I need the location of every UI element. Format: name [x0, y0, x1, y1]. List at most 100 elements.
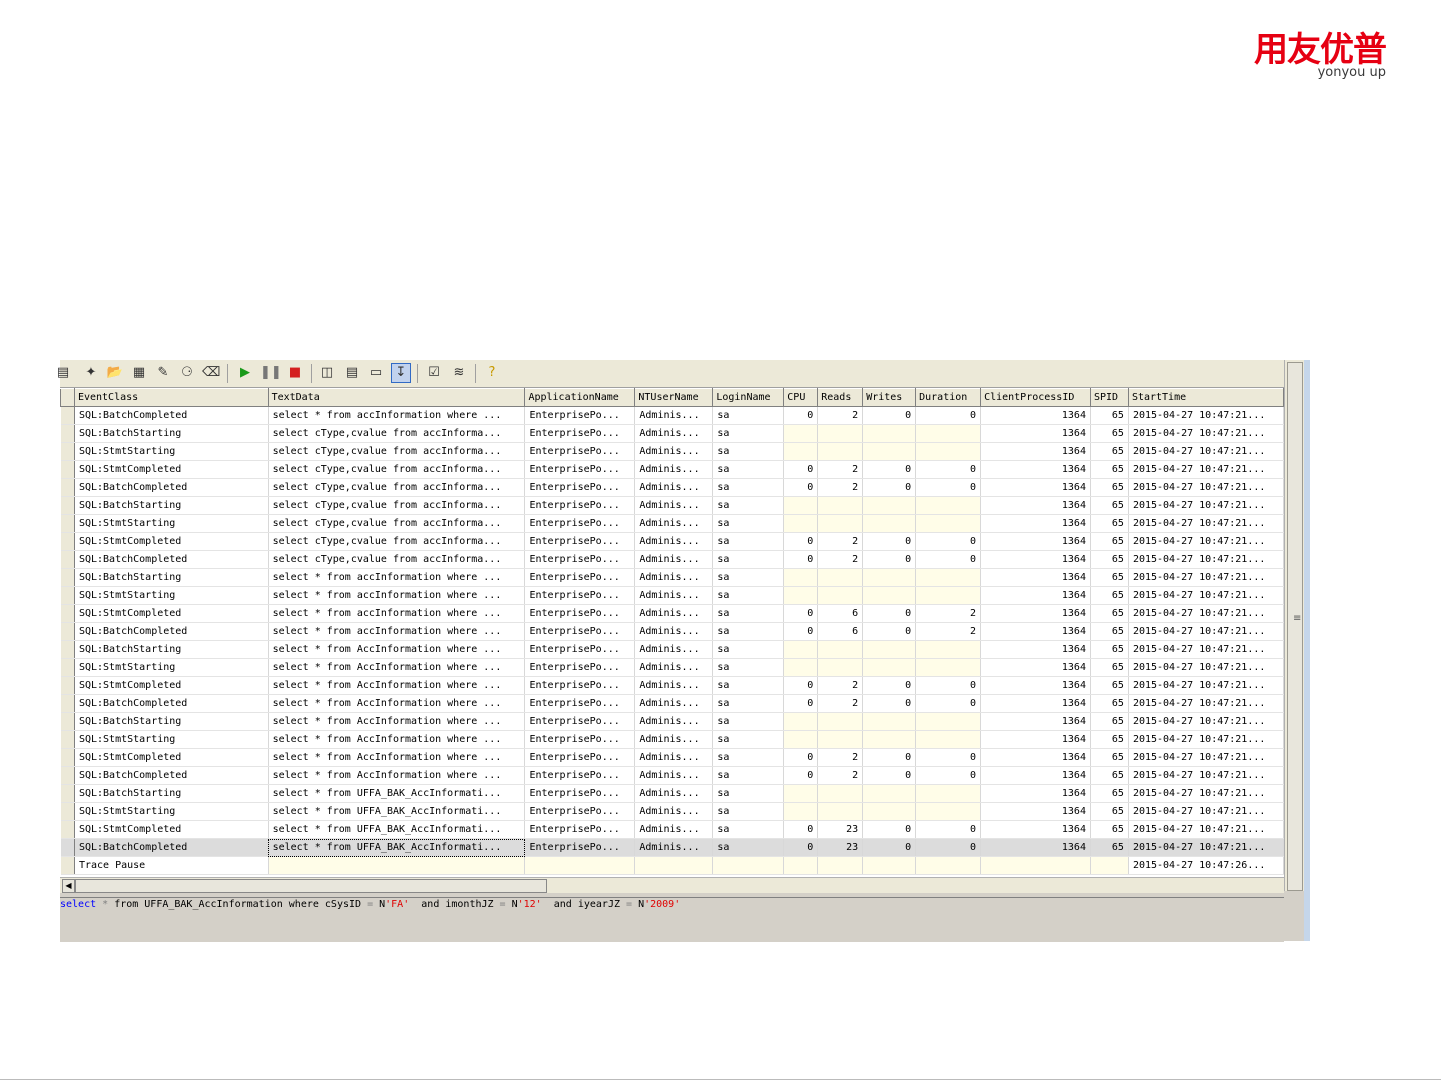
table-row[interactable]: SQL:StmtCompleted select cType,cvalue fro… [60, 532, 1284, 551]
row-header[interactable] [60, 442, 75, 461]
cell-starttime: 2015-04-27 10:47:21... [1128, 586, 1284, 605]
column-header-applicationname[interactable]: ApplicationName [524, 388, 636, 407]
table-row[interactable]: SQL:StmtStarting select cType,cvalue from… [60, 514, 1284, 533]
column-header-clientprocessid[interactable]: ClientProcessID [980, 388, 1091, 407]
column-header-duration[interactable]: Duration [915, 388, 982, 407]
table-row[interactable]: SQL:StmtCompleted select * from UFFA_BAK_… [60, 820, 1284, 839]
sql-text-pane[interactable]: select * from UFFA_BAK_AccInformation wh… [60, 897, 1284, 942]
column-header-loginname[interactable]: LoginName [712, 388, 785, 407]
cell-clientprocessid: 1364 [980, 586, 1091, 605]
find-icon[interactable]: ⚆ [178, 364, 196, 382]
run-icon[interactable]: ▶ [236, 364, 254, 382]
column-header-reads[interactable]: Reads [817, 388, 864, 407]
row-header[interactable] [60, 496, 75, 515]
cell-eventclass: SQL:BatchStarting [74, 568, 269, 587]
table-row[interactable]: Trace Pause 2015-04-27 10:47:26... [60, 856, 1284, 875]
open-icon[interactable]: 📂 [106, 364, 124, 382]
cell-reads [817, 514, 864, 533]
properties-icon[interactable]: ▤ [54, 364, 72, 382]
cell-applicationname: EnterprisePo... [524, 568, 636, 587]
row-header[interactable] [60, 712, 75, 731]
cell-textdata: select cType,cvalue from accInforma... [268, 550, 526, 569]
stop-icon[interactable]: ■ [286, 364, 304, 382]
table-row[interactable]: SQL:BatchCompleted select * from AccInfor… [60, 766, 1284, 785]
row-header[interactable] [60, 568, 75, 587]
row-header[interactable] [60, 478, 75, 497]
cell-applicationname: EnterprisePo... [524, 622, 636, 641]
row-header[interactable] [60, 766, 75, 785]
table-row[interactable]: SQL:BatchCompleted select * from UFFA_BAK… [60, 838, 1284, 857]
cell-clientprocessid: 1364 [980, 442, 1091, 461]
vertical-scrollbar[interactable]: ≡ [1284, 360, 1305, 891]
row-header[interactable] [60, 460, 75, 479]
row-header[interactable] [60, 784, 75, 803]
table-row[interactable]: SQL:StmtCompleted select cType,cvalue fro… [60, 460, 1284, 479]
row-header[interactable] [60, 604, 75, 623]
row-header[interactable] [60, 838, 75, 857]
save-icon[interactable]: ▦ [130, 364, 148, 382]
table-row[interactable]: SQL:StmtStarting select cType,cvalue from… [60, 442, 1284, 461]
vertical-scroll-thumb[interactable]: ≡ [1287, 362, 1303, 891]
aggregate-icon[interactable]: ▭ [367, 364, 385, 382]
template-icon[interactable]: ✎ [154, 364, 172, 382]
clear-icon[interactable]: ⌫ [202, 364, 220, 382]
cell-writes [862, 514, 917, 533]
help-icon[interactable]: ? [483, 364, 501, 382]
row-header[interactable] [60, 622, 75, 641]
row-header[interactable] [60, 406, 75, 425]
row-header[interactable] [60, 550, 75, 569]
table-row[interactable]: SQL:StmtStarting select * from AccInforma… [60, 730, 1284, 749]
column-header-eventclass[interactable]: EventClass [73, 388, 269, 407]
column-header-starttime[interactable]: StartTime [1127, 388, 1284, 407]
row-header[interactable] [60, 694, 75, 713]
table-row[interactable]: SQL:BatchStarting select * from AccInform… [60, 640, 1284, 659]
scroll-left-arrow-icon[interactable]: ◀ [62, 879, 75, 893]
autoscroll-icon[interactable]: ↧ [391, 363, 411, 383]
row-header[interactable] [60, 514, 75, 533]
cell-textdata: select * from accInformation where ... [268, 406, 526, 425]
table-row[interactable]: SQL:StmtStarting select * from UFFA_BAK_A… [60, 802, 1284, 821]
options-icon[interactable]: ☑ [425, 364, 443, 382]
table-row[interactable]: SQL:StmtStarting select * from accInforma… [60, 586, 1284, 605]
table-row[interactable]: SQL:BatchCompleted select cType,cvalue fr… [60, 478, 1284, 497]
cell-starttime: 2015-04-27 10:47:21... [1128, 550, 1284, 569]
row-header[interactable] [60, 424, 75, 443]
column-header-cpu[interactable]: CPU [783, 388, 819, 407]
table-row[interactable]: SQL:StmtCompleted select * from accInform… [60, 604, 1284, 623]
column-header-writes[interactable]: Writes [862, 388, 917, 407]
row-header[interactable] [60, 820, 75, 839]
row-header[interactable] [60, 802, 75, 821]
row-header[interactable] [60, 748, 75, 767]
table-row[interactable]: SQL:StmtCompleted select * from AccInform… [60, 748, 1284, 767]
new-trace-icon[interactable]: ✦ [82, 364, 100, 382]
table-row[interactable]: SQL:BatchCompleted select * from accInfor… [60, 406, 1284, 425]
row-header[interactable] [60, 676, 75, 695]
sql-icon[interactable]: ◫ [318, 364, 336, 382]
table-row[interactable]: SQL:BatchStarting select * from accInform… [60, 568, 1284, 587]
table-row[interactable]: SQL:BatchCompleted select cType,cvalue fr… [60, 550, 1284, 569]
row-header[interactable] [60, 658, 75, 677]
table-row[interactable]: SQL:BatchCompleted select * from AccInfor… [60, 694, 1284, 713]
table-row[interactable]: SQL:StmtCompleted select * from AccInform… [60, 676, 1284, 695]
cell-clientprocessid [980, 856, 1091, 875]
table-row[interactable]: SQL:BatchStarting select cType,cvalue fro… [60, 496, 1284, 515]
row-header[interactable] [60, 640, 75, 659]
extract-icon[interactable]: ▤ [343, 364, 361, 382]
column-header-textdata[interactable]: TextData [267, 388, 526, 407]
row-header[interactable] [60, 856, 75, 875]
column-header-spid[interactable]: SPID [1089, 388, 1129, 407]
pause-icon[interactable]: ❚❚ [260, 364, 282, 382]
table-row[interactable]: SQL:StmtStarting select * from AccInforma… [60, 658, 1284, 677]
row-header[interactable] [60, 730, 75, 749]
column-header-ntusername[interactable]: NTUserName [634, 388, 714, 407]
row-header[interactable] [60, 586, 75, 605]
cell-writes [862, 856, 917, 875]
horizontal-scrollbar[interactable]: ◀ [60, 877, 1284, 893]
table-row[interactable]: SQL:BatchStarting select * from UFFA_BAK_… [60, 784, 1284, 803]
perfmon-icon[interactable]: ≋ [450, 364, 468, 382]
table-row[interactable]: SQL:BatchCompleted select * from accInfor… [60, 622, 1284, 641]
horizontal-scroll-thumb[interactable] [75, 879, 547, 893]
row-header[interactable] [60, 532, 75, 551]
table-row[interactable]: SQL:BatchStarting select * from AccInform… [60, 712, 1284, 731]
table-row[interactable]: SQL:BatchStarting select cType,cvalue fro… [60, 424, 1284, 443]
